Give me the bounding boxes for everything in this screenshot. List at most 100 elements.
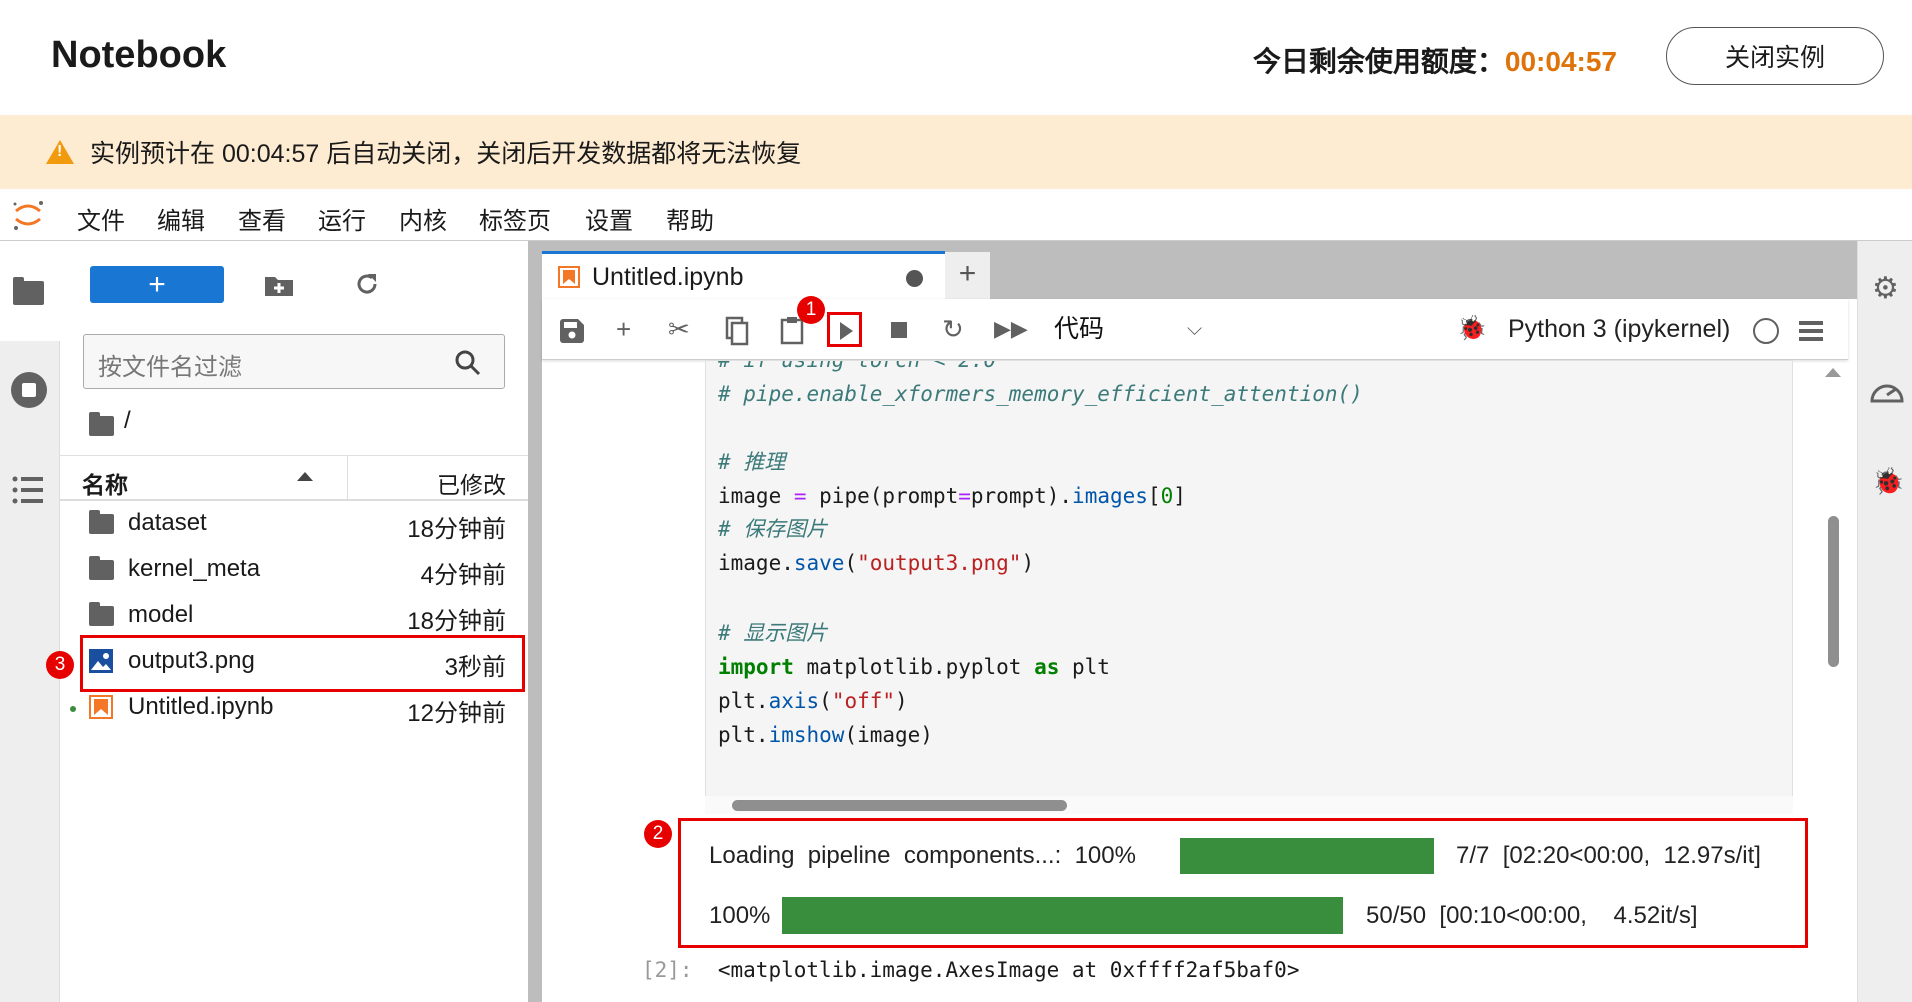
refresh-icon[interactable]	[354, 271, 380, 297]
menu-view[interactable]: 查看	[238, 201, 286, 236]
menu-edit[interactable]: 编辑	[157, 201, 205, 236]
warning-text: 实例预计在 00:04:57 后自动关闭，关闭后开发数据都将无法恢复	[90, 140, 802, 168]
folder-icon	[89, 556, 114, 580]
code-line: # pipe.enable_xformers_memory_efficient_…	[718, 382, 1363, 406]
output-prompt: [2]:	[642, 958, 693, 982]
code-line: plt.imshow(image)	[718, 723, 933, 747]
search-icon	[455, 350, 481, 376]
property-inspector-gears-icon[interactable]: ⚙	[1872, 271, 1899, 306]
restart-icon[interactable]: ↻	[942, 311, 964, 347]
file-row-kernel-meta[interactable]: kernel_meta 4分钟前	[60, 547, 528, 593]
debugger-icon[interactable]: 🐞	[1457, 311, 1487, 347]
progress-stats-2: 50/50 [00:10<00:00, 4.52it/s]	[1366, 902, 1698, 929]
vertical-scroll-thumb[interactable]	[1828, 516, 1839, 667]
code-line: plt.axis("off")	[718, 689, 908, 713]
add-tab-button[interactable]: +	[945, 252, 990, 299]
tab-title: Untitled.ipynb	[592, 263, 744, 291]
table-of-contents-icon[interactable]	[12, 475, 46, 505]
debugger-icon[interactable]: 🐞	[1872, 466, 1904, 497]
running-sessions-icon[interactable]	[10, 371, 48, 409]
run-icon	[840, 322, 853, 340]
panel-splitter[interactable]	[528, 241, 542, 1002]
left-activity-bar	[0, 241, 60, 1002]
breadcrumb-root[interactable]: /	[124, 407, 131, 435]
code-line: import matplotlib.pyplot as plt	[718, 655, 1110, 679]
resource-usage-gauge-icon[interactable]	[1869, 373, 1905, 405]
warning-banner: 实例预计在 00:04:57 后自动关闭，关闭后开发数据都将无法恢复	[0, 115, 1912, 189]
menu-tabs[interactable]: 标签页	[479, 201, 551, 236]
code-line: image.save("output3.png")	[718, 551, 1035, 575]
horizontal-scroll-thumb[interactable]	[732, 800, 1067, 811]
progress-label-2: 100%	[709, 902, 771, 929]
code-line: # 推理	[718, 450, 786, 474]
code-line: # 显示图片	[718, 621, 828, 645]
code-line: # 保存图片	[718, 517, 828, 541]
save-icon[interactable]	[560, 319, 584, 343]
quota-display: 今日剩余使用额度：00:04:57	[1253, 40, 1617, 80]
menu-help[interactable]: 帮助	[666, 201, 714, 236]
notebook-icon	[89, 695, 113, 719]
column-name[interactable]: 名称	[82, 466, 128, 500]
annotation-badge-3: 3	[46, 651, 74, 679]
quota-time: 00:04:57	[1504, 46, 1617, 77]
menu-run[interactable]: 运行	[318, 201, 366, 236]
folder-icon	[89, 510, 114, 534]
annotation-badge-1: 1	[797, 296, 825, 324]
restart-run-all-icon[interactable]: ▶▶	[994, 311, 1028, 347]
progress-bar-1	[1180, 838, 1434, 874]
file-modified: 18分钟前	[407, 608, 506, 635]
column-modified[interactable]: 已修改	[437, 466, 506, 500]
quota-label: 今日剩余使用额度：	[1252, 46, 1505, 77]
running-indicator	[70, 706, 76, 712]
file-row-dataset[interactable]: dataset 18分钟前	[60, 501, 528, 547]
file-browser-icon[interactable]	[13, 277, 44, 305]
file-row-model[interactable]: model 18分钟前	[60, 593, 528, 639]
copy-icon[interactable]	[725, 316, 749, 346]
cut-icon[interactable]: ✂	[668, 311, 690, 347]
code-line: # if using torch < 2.0	[718, 360, 997, 372]
sort-ascending-icon[interactable]	[297, 472, 313, 481]
kernel-name[interactable]: Python 3 (ipykernel)	[1508, 311, 1730, 347]
code-cell-input[interactable]: # if using torch < 2.0 # pipe.enable_xfo…	[705, 360, 1793, 810]
stop-icon[interactable]	[891, 322, 907, 338]
notebook-toolbar: + ✂ 1 ↻ ▶▶ 代码 ⌵ 🐞 Python 3 (ipykernel)	[542, 296, 1848, 360]
chevron-down-icon[interactable]: ⌵	[1187, 311, 1202, 347]
progress-label-1: Loading pipeline components...: 100%	[709, 842, 1136, 869]
warning-icon	[46, 140, 74, 164]
insert-cell-icon[interactable]: +	[616, 311, 631, 347]
menu-bar: 文件 编辑 查看 运行 内核 标签页 设置 帮助	[0, 189, 1912, 241]
unsaved-dot-icon[interactable]	[906, 270, 923, 287]
file-modified: 4分钟前	[420, 562, 506, 589]
file-modified: 12分钟前	[407, 700, 506, 727]
menu-icon[interactable]	[1799, 321, 1823, 341]
output-result: <matplotlib.image.AxesImage at 0xffff2af…	[717, 958, 1300, 982]
folder-icon	[89, 602, 114, 626]
file-modified: 18分钟前	[407, 516, 506, 543]
new-launcher-button[interactable]: +	[90, 266, 224, 303]
highlight-box-3	[80, 635, 525, 692]
code-line: image = pipe(prompt=prompt).images[0]	[718, 484, 1186, 508]
annotation-badge-2: 2	[644, 820, 672, 848]
cell-type-select[interactable]: 代码	[1054, 311, 1104, 347]
file-filter-input[interactable]: 按文件名过滤	[83, 334, 505, 389]
close-instance-button[interactable]: 关闭实例	[1666, 27, 1884, 85]
folder-icon	[89, 412, 114, 436]
file-name: dataset	[128, 509, 207, 536]
notebook-icon	[558, 266, 580, 288]
new-folder-icon[interactable]	[265, 274, 293, 296]
right-activity-bar: ⚙ 🐞	[1857, 241, 1912, 1002]
kernel-status-idle-icon	[1753, 318, 1779, 344]
menu-kernel[interactable]: 内核	[399, 201, 447, 236]
page-title: Notebook	[51, 34, 227, 76]
menu-file[interactable]: 文件	[77, 201, 125, 236]
output-line: [2]: <matplotlib.image.AxesImage at 0xff…	[642, 958, 1299, 982]
run-cell-button[interactable]	[827, 312, 862, 347]
app-header: Notebook 今日剩余使用额度：00:04:57 关闭实例	[0, 0, 1912, 115]
tab-untitled-notebook[interactable]: Untitled.ipynb	[542, 251, 945, 299]
progress-stats-1: 7/7 [02:20<00:00, 12.97s/it]	[1456, 842, 1761, 869]
file-name: Untitled.ipynb	[128, 693, 274, 720]
menu-settings[interactable]: 设置	[585, 201, 633, 236]
progress-bar-2	[782, 897, 1343, 934]
scroll-up-icon[interactable]	[1825, 368, 1841, 377]
jupyter-logo-icon	[13, 201, 43, 230]
